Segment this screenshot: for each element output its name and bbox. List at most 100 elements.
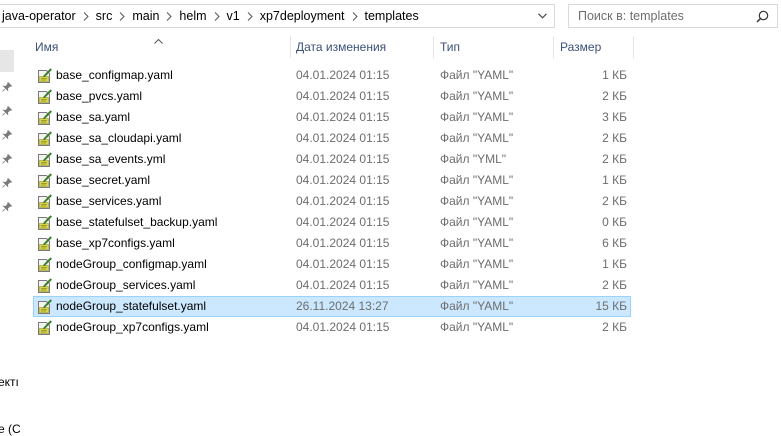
yaml-file-icon [36,320,52,336]
file-type: Файл "YAML" [440,320,514,334]
breadcrumb: java-operator src main helm v1 xp7deployment t… [0,5,424,27]
yaml-file-icon [36,131,52,147]
file-type: Файл "YAML" [440,110,514,124]
yaml-file-icon [36,236,52,252]
chevron-right-icon[interactable] [117,11,127,21]
file-date: 04.01.2024 01:15 [296,215,390,229]
file-name: base_sa_events.yml [56,152,166,166]
file-size: 1 КБ [602,173,627,187]
file-date: 04.01.2024 01:15 [296,257,390,271]
file-date: 04.01.2024 01:15 [296,131,390,145]
file-row[interactable]: nodeGroup_services.yaml 04.01.2024 01:15 Ф… [33,275,631,296]
chevron-right-icon[interactable] [212,11,222,21]
file-type: Файл "YAML" [440,173,514,187]
file-type: Файл "YAML" [440,257,514,271]
file-row[interactable]: base_configmap.yaml 04.01.2024 01:15 Файл … [33,65,631,86]
chevron-right-icon[interactable] [245,11,255,21]
breadcrumb-item[interactable]: src [91,5,118,27]
file-size: 2 КБ [602,131,627,145]
file-row[interactable]: base_secret.yaml 04.01.2024 01:15 Файл "YA… [33,170,631,191]
breadcrumb-item[interactable]: xp7deployment [255,5,350,27]
file-row[interactable]: nodeGroup_xp7configs.yaml 04.01.2024 01:1… [33,317,631,338]
file-date: 04.01.2024 01:15 [296,68,390,82]
yaml-file-icon [36,110,52,126]
chevron-right-icon[interactable] [350,11,360,21]
file-row[interactable]: base_services.yaml 04.01.2024 01:15 Файл "… [33,191,631,212]
yaml-file-icon [36,278,52,294]
file-size: 0 КБ [602,215,627,229]
file-date: 04.01.2024 01:15 [296,89,390,103]
file-name: base_sa_cloudapi.yaml [56,131,182,145]
column-header-size[interactable]: Размер [560,38,601,56]
yaml-file-icon [36,299,52,315]
nav-item-selected[interactable] [0,50,14,72]
navigation-pane[interactable]: ектı е (С [0,30,21,436]
file-type: Файл "YAML" [440,194,514,208]
file-date: 04.01.2024 01:15 [296,320,390,334]
file-row[interactable]: base_pvcs.yaml 04.01.2024 01:15 Файл "YAML… [33,86,631,107]
chevron-right-icon[interactable] [81,11,91,21]
file-type: Файл "YAML" [440,131,514,145]
file-size: 1 КБ [602,68,627,82]
file-row[interactable]: base_sa_events.yml 04.01.2024 01:15 Файл "… [33,149,631,170]
file-row[interactable]: base_sa.yaml 04.01.2024 01:15 Файл "YAML" 3… [33,107,631,128]
breadcrumb-item[interactable]: helm [174,5,211,27]
pin-icon [2,129,13,140]
file-date: 04.01.2024 01:15 [296,152,390,166]
column-header-type[interactable]: Тип [440,38,460,56]
search-placeholder: Поиск в: templates [578,9,684,23]
file-name: base_configmap.yaml [56,68,173,82]
file-row[interactable]: base_statefulset_backup.yaml 04.01.2024 0… [33,212,631,233]
file-size: 2 КБ [602,320,627,334]
column-divider[interactable] [290,36,291,58]
file-type: Файл "YAML" [440,299,514,313]
file-name: nodeGroup_services.yaml [56,278,196,292]
file-row[interactable]: base_xp7configs.yaml 04.01.2024 01:15 Файл… [33,233,631,254]
chevron-down-icon[interactable] [531,5,554,27]
refresh-button[interactable] [555,4,560,28]
breadcrumb-item[interactable]: templates [360,5,424,27]
column-divider[interactable] [633,36,634,58]
file-list: base_configmap.yaml 04.01.2024 01:15 Файл … [33,65,631,338]
file-type: Файл "YML" [440,152,507,166]
yaml-file-icon [36,257,52,273]
file-row[interactable]: base_sa_cloudapi.yaml 04.01.2024 01:15 Фай… [33,128,631,149]
file-date: 04.01.2024 01:15 [296,194,390,208]
pin-icon [2,177,13,188]
address-bar[interactable]: java-operator src main helm v1 xp7deployment t… [0,4,555,28]
file-size: 2 КБ [602,152,627,166]
nav-item-label[interactable]: ектı [0,375,19,389]
file-name: nodeGroup_xp7configs.yaml [56,320,209,334]
yaml-file-icon [36,89,52,105]
file-size: 2 КБ [602,278,627,292]
file-size: 3 КБ [602,110,627,124]
column-header-date[interactable]: Дата изменения [296,38,386,56]
yaml-file-icon [36,68,52,84]
file-date: 04.01.2024 01:15 [296,173,390,187]
file-row[interactable]: nodeGroup_statefulset.yaml 26.11.2024 13:… [33,296,631,317]
yaml-file-icon [36,215,52,231]
file-date: 26.11.2024 13:27 [296,299,389,313]
breadcrumb-item[interactable]: java-operator [0,5,81,27]
column-divider[interactable] [553,36,554,58]
file-row[interactable]: nodeGroup_configmap.yaml 04.01.2024 01:15… [33,254,631,275]
search-icon[interactable] [756,10,769,23]
pin-icon [2,201,13,212]
yaml-file-icon [36,194,52,210]
yaml-file-icon [36,152,52,168]
column-header-name[interactable]: Имя [35,38,58,56]
file-name: base_sa.yaml [56,110,131,124]
pin-icon [2,153,13,164]
file-name: base_xp7configs.yaml [56,236,175,250]
file-name: base_pvcs.yaml [56,89,143,103]
breadcrumb-item[interactable]: v1 [222,5,245,27]
file-size: 2 КБ [602,194,627,208]
breadcrumb-item[interactable]: main [127,5,164,27]
nav-item-label[interactable]: е (С [0,422,21,436]
file-size: 6 КБ [602,236,627,250]
file-type: Файл "YAML" [440,236,514,250]
file-name: base_secret.yaml [56,173,151,187]
search-input[interactable]: Поиск в: templates [568,4,778,28]
column-divider[interactable] [433,36,434,58]
chevron-right-icon[interactable] [164,11,174,21]
